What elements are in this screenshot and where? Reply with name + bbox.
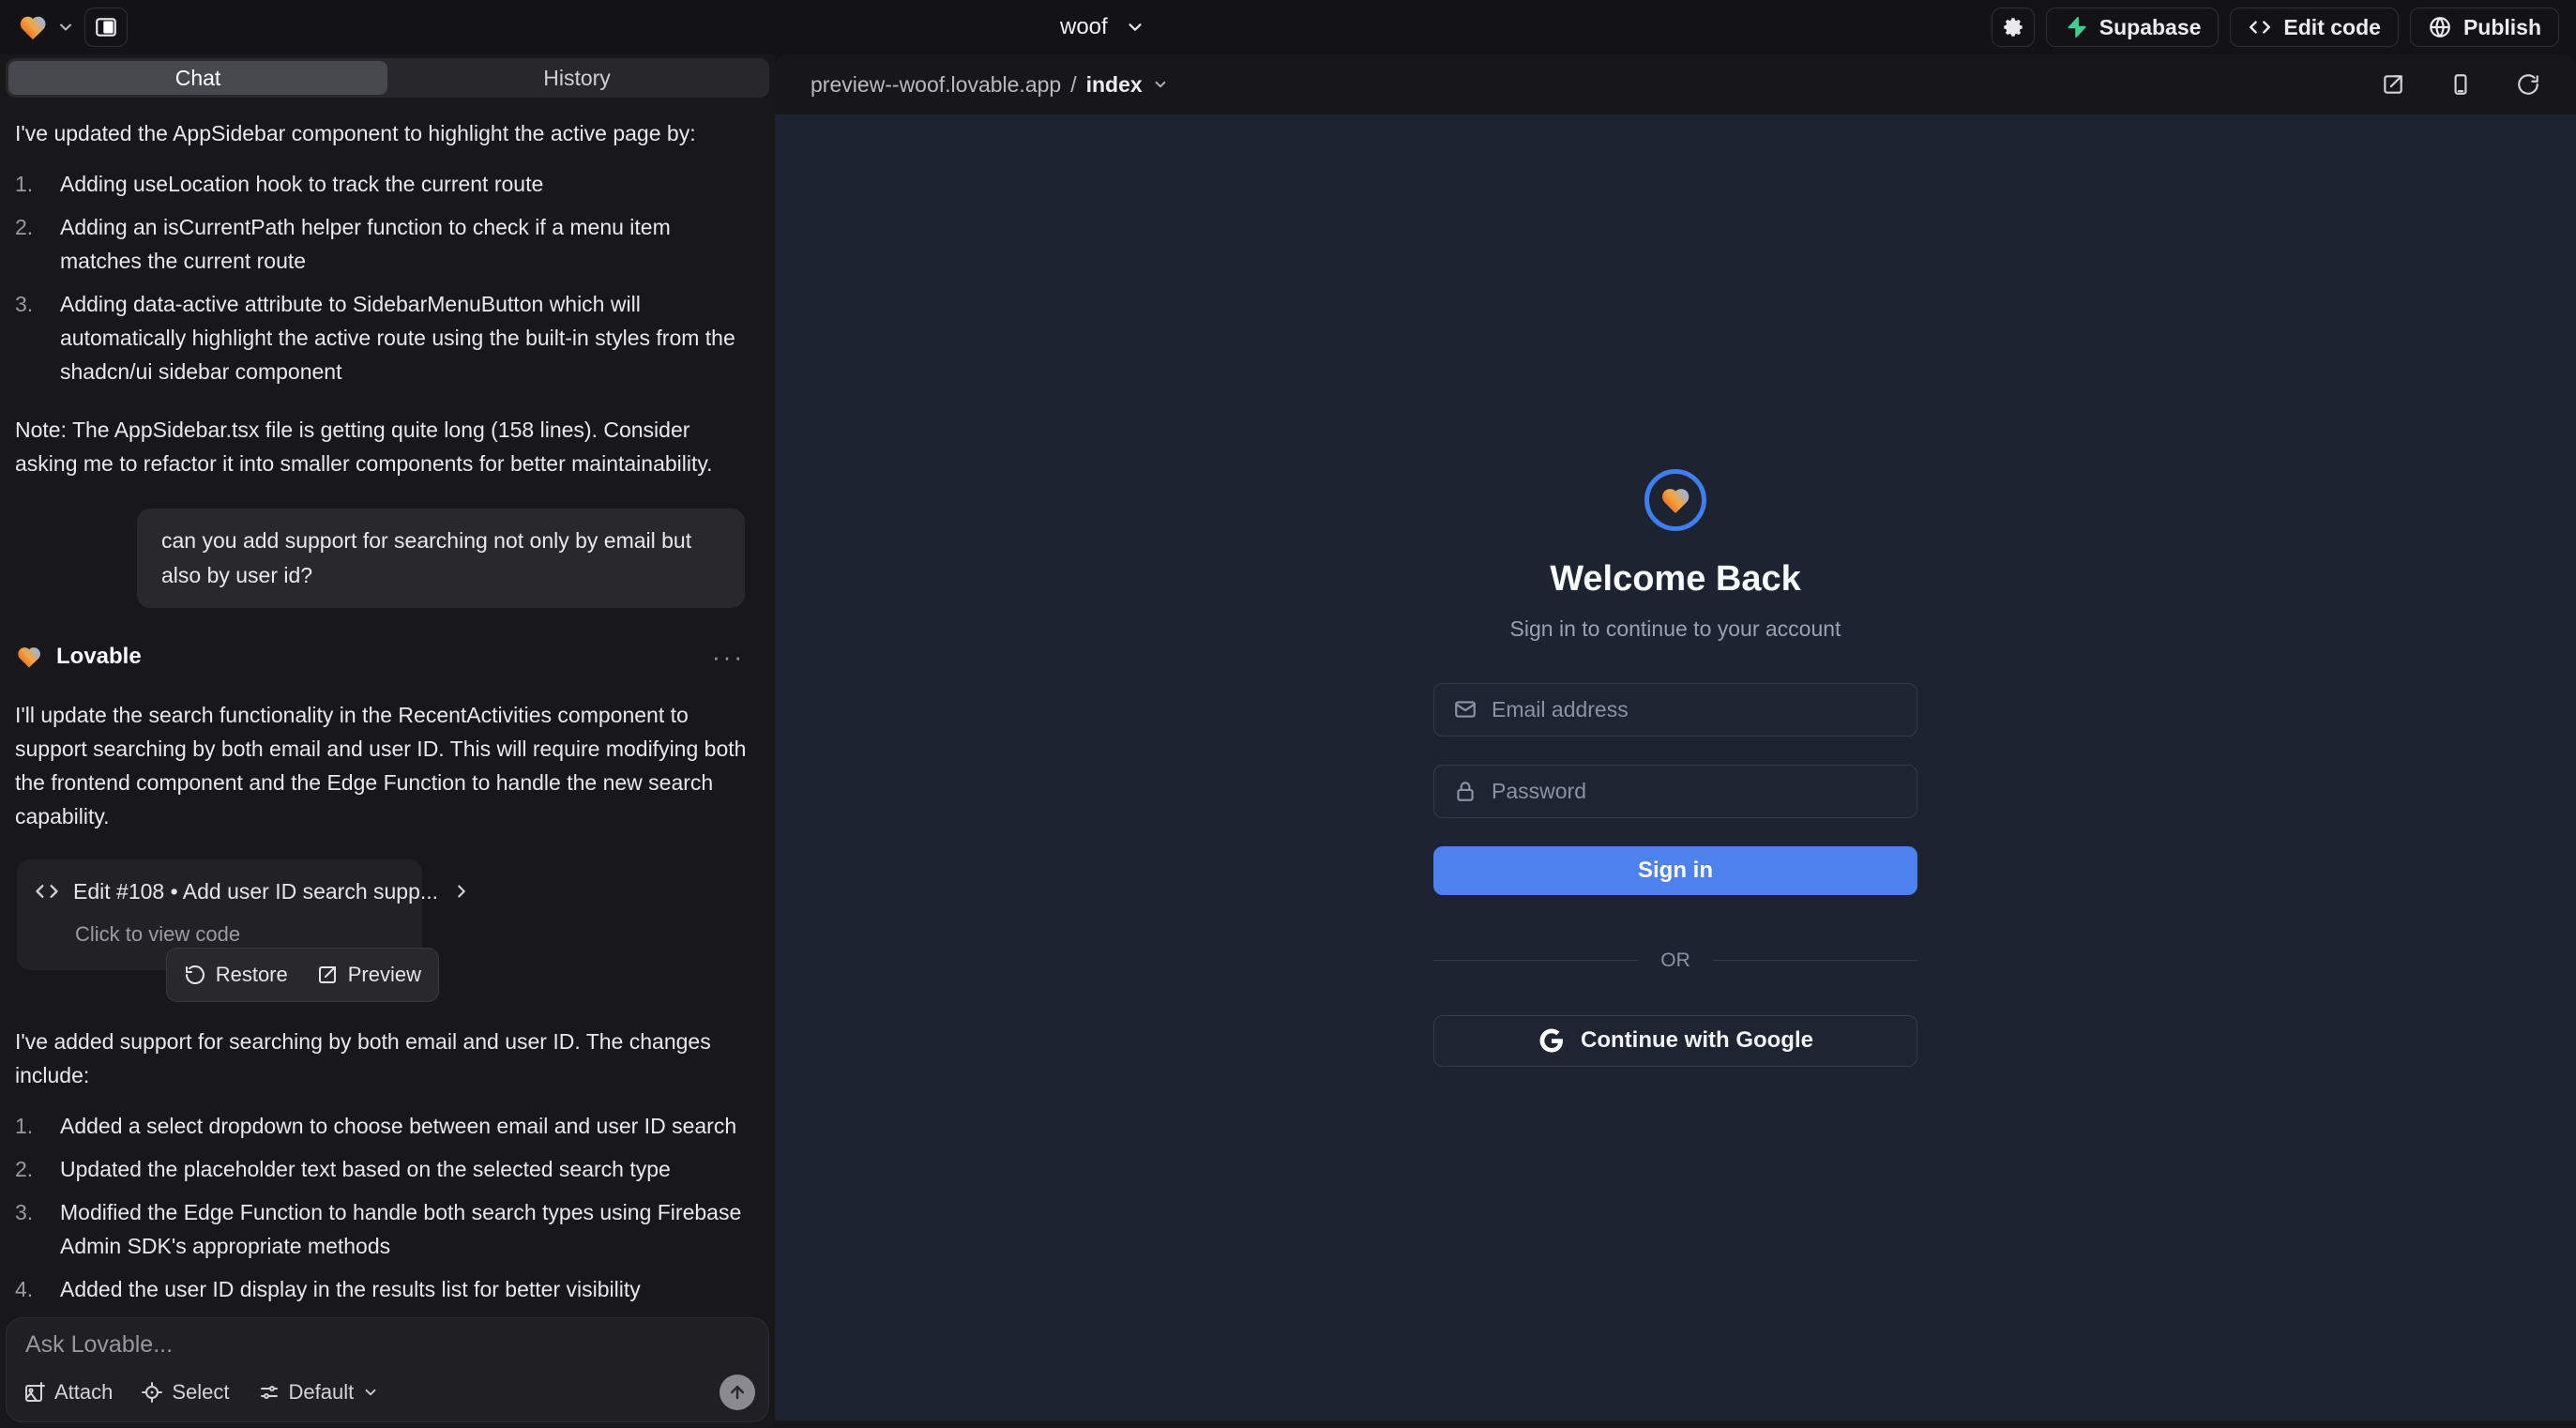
or-label: OR: [1660, 949, 1690, 972]
restore-button[interactable]: Restore: [184, 958, 288, 992]
sliders-icon: [258, 1381, 280, 1404]
continue-with-google-button[interactable]: Continue with Google: [1433, 1015, 1917, 1067]
lovable-heart-icon: [15, 643, 43, 671]
assistant-paragraph: I've added support for searching by both…: [15, 1025, 758, 1092]
preview-iframe: Welcome Back Sign in to continue to your…: [775, 114, 2576, 1420]
email-field[interactable]: Email address: [1433, 683, 1917, 737]
list-item: 1. Adding useLocation hook to track the …: [15, 167, 758, 201]
publish-button[interactable]: Publish: [2410, 8, 2559, 47]
external-link-icon: [316, 964, 339, 986]
app-logo: [1644, 469, 1706, 531]
list-item: 2. Updated the placeholder text based on…: [15, 1152, 758, 1186]
edit-code-label: Edit code: [2283, 15, 2381, 40]
list-item: 1. Added a select dropdown to choose bet…: [15, 1109, 758, 1143]
user-message-bubble: can you add support for searching not on…: [137, 509, 745, 608]
chevron-down-icon: [56, 18, 75, 37]
code-icon: [34, 878, 60, 904]
password-field[interactable]: Password: [1433, 765, 1917, 818]
chevron-down-icon: [362, 1384, 379, 1401]
user-message-text: can you add support for searching not on…: [161, 528, 691, 587]
mail-icon: [1453, 697, 1477, 722]
publish-label: Publish: [2463, 15, 2541, 40]
chevron-down-icon: [1125, 17, 1145, 38]
list-item: 3. Modified the Edge Function to handle …: [15, 1195, 758, 1263]
sign-in-button[interactable]: Sign in: [1433, 846, 1917, 895]
assistant-name: Lovable: [56, 640, 142, 674]
supabase-label: Supabase: [2099, 15, 2202, 40]
lovable-logo-menu[interactable]: [17, 11, 75, 43]
supabase-icon: [2064, 15, 2088, 39]
preview-url: preview--woof.lovable.app: [811, 72, 1061, 98]
signin-card: Welcome Back Sign in to continue to your…: [1433, 469, 1917, 1067]
open-in-new-tab-button[interactable]: [2381, 72, 2405, 97]
edit-card-actions: Restore Preview: [166, 948, 439, 1002]
preview-header: preview--woof.lovable.app / index: [775, 54, 2576, 114]
chat-input[interactable]: [25, 1331, 750, 1359]
page-subtitle: Sign in to continue to your account: [1510, 616, 1841, 642]
topbar: woof Supabase Edit code Publish: [0, 0, 2576, 54]
code-icon: [2248, 15, 2272, 39]
assistant-paragraph: I've updated the AppSidebar component to…: [15, 116, 758, 150]
target-icon: [141, 1381, 163, 1404]
assistant-paragraph: I'll update the search functionality in …: [15, 698, 758, 833]
edit-card-wrap: Edit #108 • Add user ID search supp... C…: [17, 859, 422, 970]
more-options-icon[interactable]: ···: [712, 640, 745, 674]
email-placeholder: Email address: [1492, 697, 1629, 722]
supabase-button[interactable]: Supabase: [2046, 8, 2220, 47]
password-placeholder: Password: [1492, 779, 1586, 804]
toggle-sidebar-button[interactable]: [84, 8, 128, 47]
restore-icon: [184, 964, 206, 986]
send-button[interactable]: [720, 1375, 755, 1410]
edit-code-button[interactable]: Edit code: [2230, 8, 2399, 47]
arrow-up-icon: [728, 1383, 747, 1402]
edit-card-subtitle: Click to view code: [75, 918, 405, 951]
list-item: 4. Added the user ID display in the resu…: [15, 1272, 758, 1306]
assistant-numbered-list: 1. Adding useLocation hook to track the …: [15, 167, 758, 388]
assistant-header: Lovable ···: [15, 640, 758, 674]
chevron-right-icon: [451, 881, 472, 902]
url-separator: /: [1070, 72, 1076, 98]
assistant-note: Note: The AppSidebar.tsx file is getting…: [15, 413, 758, 480]
chat-messages[interactable]: I've updated the AppSidebar component to…: [6, 98, 769, 1308]
page-title: Welcome Back: [1550, 559, 1801, 600]
chat-history-tabs: Chat History: [6, 58, 769, 98]
lock-icon: [1453, 779, 1477, 803]
gear-icon: [2001, 15, 2025, 39]
list-item: 3. Adding data-active attribute to Sideb…: [15, 287, 758, 388]
preview-button[interactable]: Preview: [316, 958, 421, 992]
chevron-down-icon: [1152, 76, 1169, 93]
settings-button[interactable]: [1992, 8, 2035, 47]
preview-url-breadcrumb[interactable]: preview--woof.lovable.app / index: [811, 72, 1169, 98]
edit-card-title: Edit #108 • Add user ID search supp...: [73, 874, 438, 908]
mode-selector[interactable]: Default: [258, 1380, 380, 1405]
chat-composer: Attach Select Default: [6, 1317, 769, 1422]
or-divider: OR: [1433, 949, 1917, 972]
heart-icon: [1659, 483, 1692, 517]
refresh-button[interactable]: [2516, 72, 2540, 97]
tab-history[interactable]: History: [387, 61, 766, 95]
project-switcher[interactable]: woof: [1060, 0, 1145, 54]
image-plus-icon: [23, 1381, 46, 1404]
globe-icon: [2428, 15, 2452, 39]
preview-page-name: index: [1086, 72, 1143, 98]
assistant-numbered-list: 1. Added a select dropdown to choose bet…: [15, 1109, 758, 1306]
google-icon: [1538, 1026, 1566, 1055]
tab-chat[interactable]: Chat: [8, 61, 387, 95]
chat-panel: Chat History I've updated the AppSidebar…: [0, 54, 775, 1428]
project-name: woof: [1060, 14, 1108, 40]
preview-panel: preview--woof.lovable.app / index: [775, 54, 2576, 1428]
select-element-button[interactable]: Select: [141, 1380, 229, 1405]
attach-button[interactable]: Attach: [23, 1380, 113, 1405]
list-item: 2. Adding an isCurrentPath helper functi…: [15, 210, 758, 278]
lovable-heart-icon: [17, 11, 49, 43]
mobile-view-button[interactable]: [2448, 72, 2473, 97]
panel-left-icon: [94, 15, 118, 39]
